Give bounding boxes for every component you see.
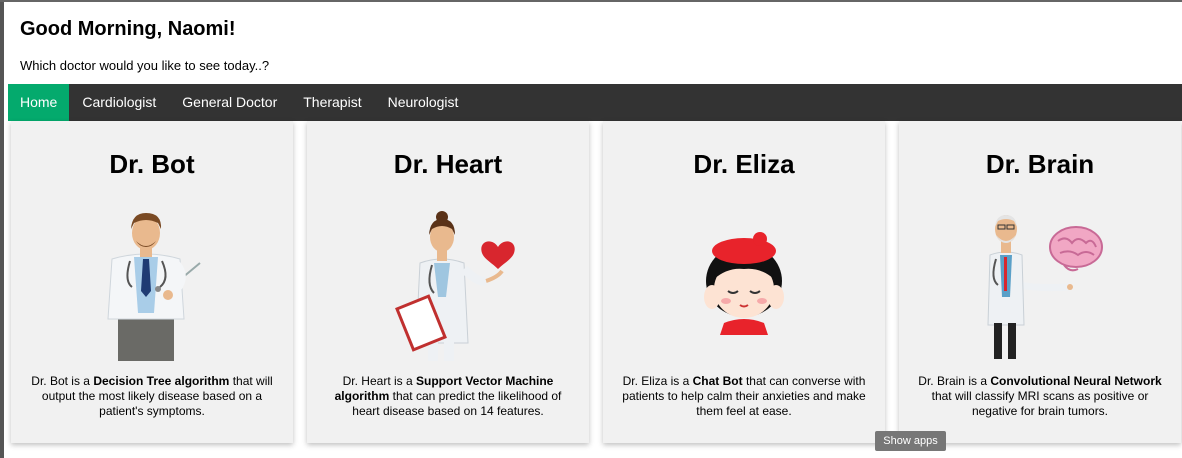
card-description: Dr. Bot is a Decision Tree algorithm tha… [25, 374, 279, 419]
card-description: Dr. Heart is a Support Vector Machine al… [321, 374, 575, 419]
male-doctor-image [107, 213, 201, 361]
doctor-card-bot[interactable]: Dr. Bot Dr. Bot is a Decision Tree algor… [11, 121, 293, 443]
female-doctor-image [395, 211, 515, 361]
greeting-subtitle: Which doctor would you like to see today… [20, 58, 270, 73]
greeting-title: Good Morning, Naomi! [20, 18, 236, 40]
card-title: Dr. Eliza [693, 149, 795, 179]
doctor-card-eliza[interactable]: Dr. Eliza Dr. Eliza is a Chat Bot that c… [603, 121, 885, 443]
top-navbar: Home Cardiologist General Doctor Therapi… [8, 84, 1182, 121]
show-apps-button[interactable]: Show apps [875, 431, 946, 451]
doctor-card-brain[interactable]: Dr. Brain Dr. Brain is a Convolutional N… [899, 121, 1181, 443]
doctor-cards-area: Dr. Bot Dr. Bot is a Decision Tree algor… [8, 121, 1182, 458]
nav-therapist[interactable]: Therapist [290, 84, 374, 121]
card-title: Dr. Heart [393, 149, 503, 179]
nav-general-doctor[interactable]: General Doctor [169, 84, 290, 121]
chatbot-girl-image [704, 232, 784, 335]
desc-text: that will classify MRI scans as positive… [931, 389, 1149, 418]
card-title: Dr. Brain [985, 149, 1095, 179]
card-title: Dr. Bot [109, 149, 195, 179]
desc-text: Dr. Heart is a [342, 374, 416, 388]
desc-highlight: Convolutional Neural Network [990, 374, 1162, 388]
desc-highlight: Decision Tree algorithm [93, 374, 230, 388]
desc-text: Dr. Bot is a [31, 374, 94, 388]
nav-neurologist[interactable]: Neurologist [375, 84, 472, 121]
page-header: Good Morning, Naomi! Which doctor would … [4, 2, 1182, 84]
card-description: Dr. Brain is a Convolutional Neural Netw… [913, 374, 1167, 419]
nav-cardiologist[interactable]: Cardiologist [69, 84, 169, 121]
nav-home[interactable]: Home [8, 84, 70, 121]
desc-text: Dr. Brain is a [918, 374, 991, 388]
desc-highlight: Chat Bot [692, 374, 743, 388]
old-doctor-brain-image [987, 215, 1103, 359]
doctor-card-heart[interactable]: Dr. Heart Dr. Heart is a Support Vector [307, 121, 589, 443]
card-description: Dr. Eliza is a Chat Bot that can convers… [617, 374, 871, 419]
desc-text: Dr. Eliza is a [622, 374, 693, 388]
